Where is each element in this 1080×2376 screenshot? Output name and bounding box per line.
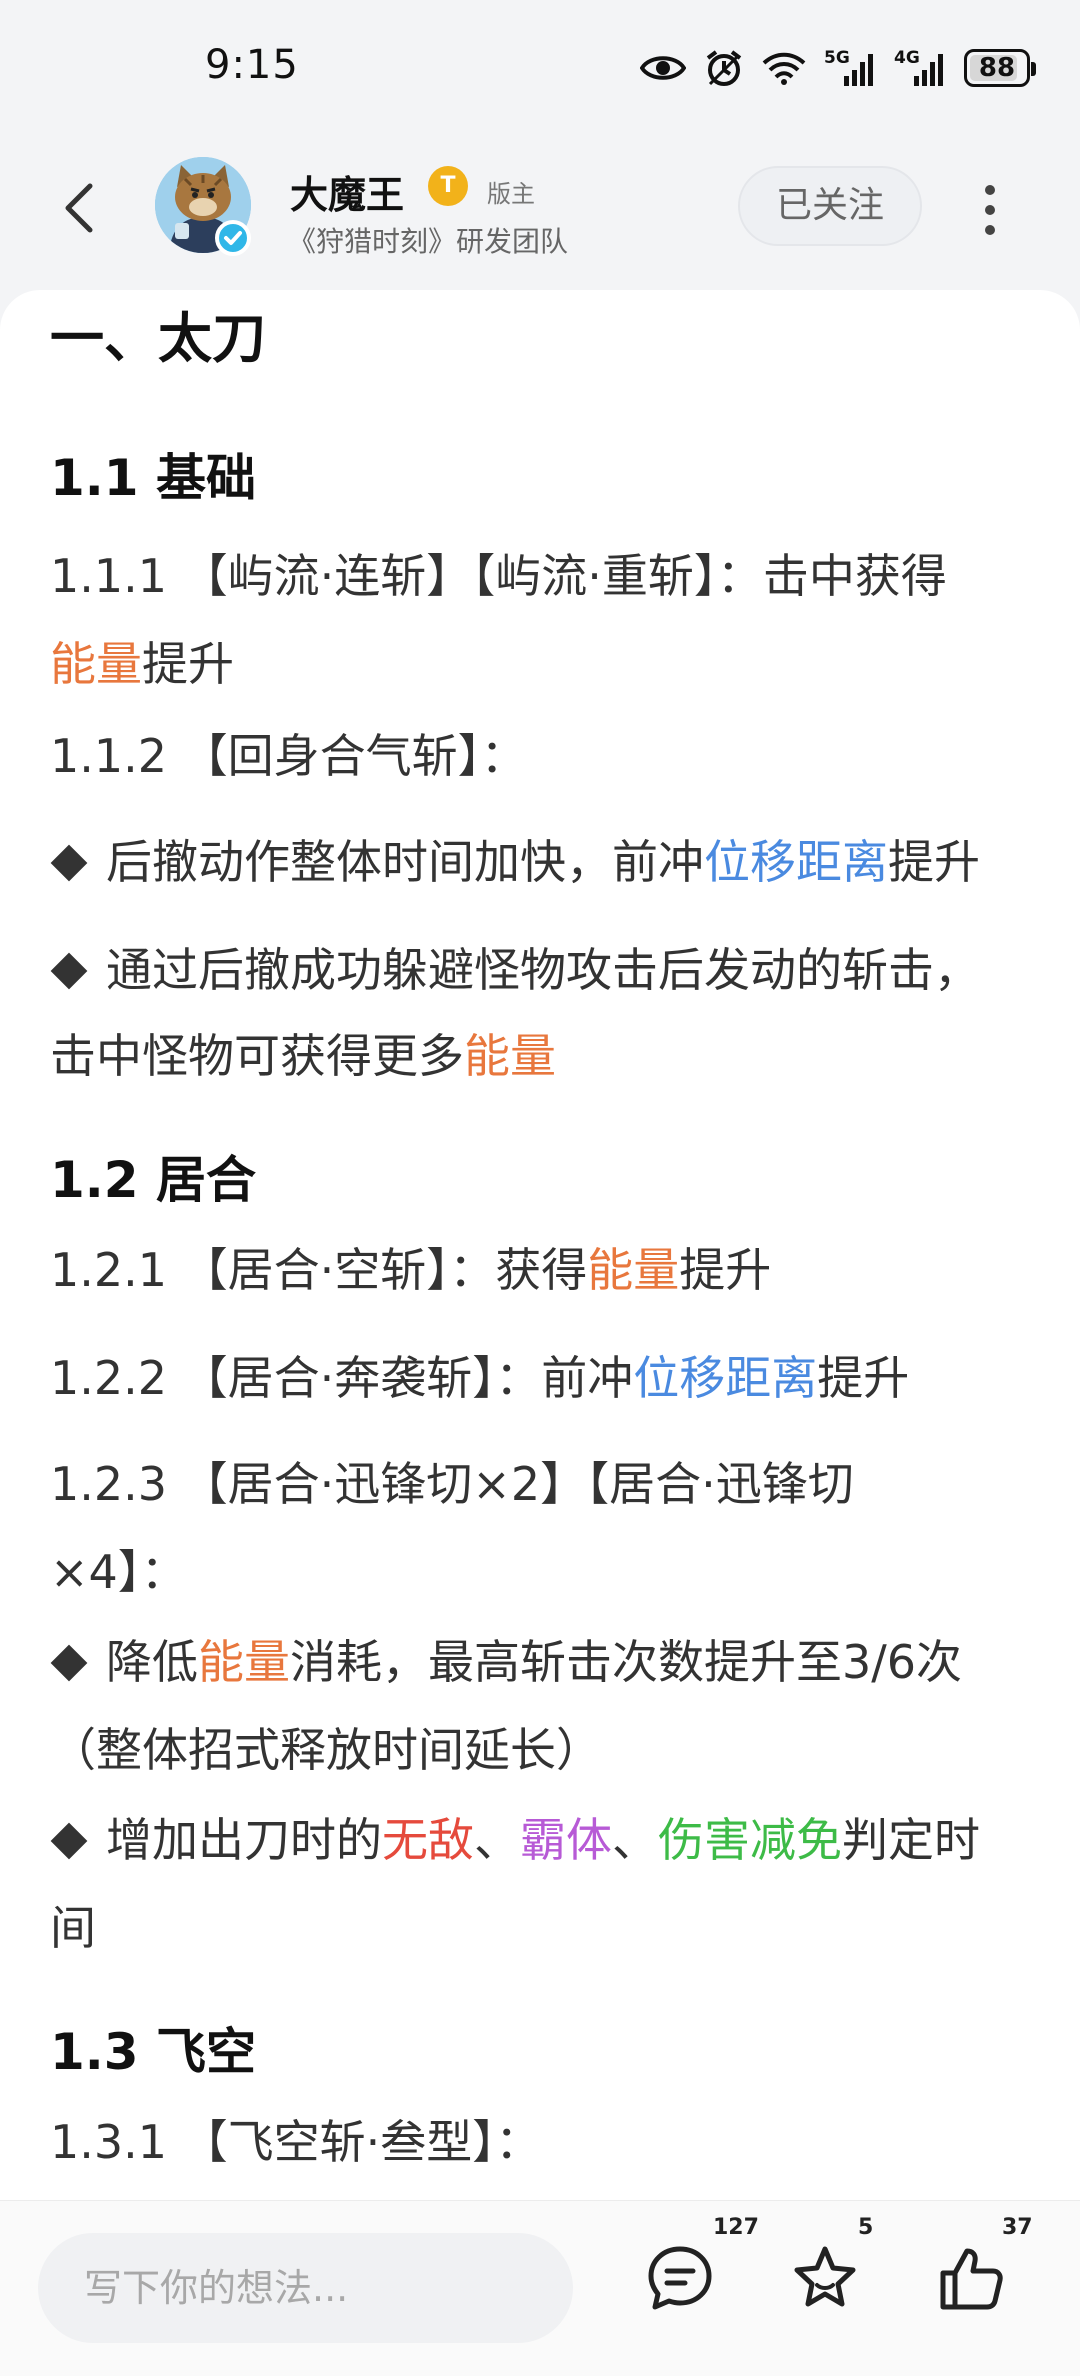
- text: 1.2.2 【居合·奔袭斩】：前冲: [50, 1351, 634, 1405]
- back-arrow-icon: [65, 183, 93, 233]
- subheading-flying: 1.3 飞空: [50, 2023, 256, 2081]
- like-count: 37: [1002, 2215, 1033, 2240]
- comment-icon: [648, 2246, 712, 2310]
- section-heading-taidao: 一、太刀: [50, 307, 266, 370]
- status-bar: 9:15 5G 4G 88: [0, 0, 1080, 130]
- displacement-highlight: 位移距离: [704, 835, 888, 889]
- energy-highlight: 能量: [198, 1635, 290, 1689]
- displacement-highlight: 位移距离: [633, 1351, 818, 1405]
- text: 降低: [106, 1635, 198, 1689]
- bullet-1: 后撤动作整体时间加快，前冲位移距离提升: [50, 818, 1040, 906]
- comment-count: 127: [713, 2215, 759, 2240]
- text: 提升: [679, 1243, 772, 1297]
- text: 后撤动作整体时间加快，前冲: [106, 835, 704, 889]
- star-icon: [794, 2246, 856, 2307]
- bullet-2-cont: 击中怪物可获得更多能量: [50, 1012, 1040, 1100]
- energy-highlight: 能量: [464, 1029, 556, 1083]
- signal-5g-icon: 5G: [824, 48, 876, 88]
- status-icons: 5G 4G 88: [640, 46, 1036, 90]
- battery-level: 88: [978, 53, 1016, 83]
- paragraph-1-2-1: 1.2.1 【居合·空斩】：获得能量提升: [50, 1226, 1040, 1314]
- text: 击中怪物可获得更多: [50, 1029, 464, 1083]
- comment-button[interactable]: [645, 2243, 725, 2323]
- text: 、: [474, 1813, 520, 1867]
- energy-highlight: 能量: [587, 1243, 680, 1297]
- text: 增加出刀时的: [106, 1813, 382, 1867]
- text: 通过后撤成功躲避怪物攻击后发动的斩击，: [106, 943, 980, 997]
- battery-icon: 88: [964, 49, 1036, 87]
- bullet-diamond-icon: [50, 1644, 88, 1681]
- paragraph-1-2-3: 1.2.3 【居合·迅锋切×2】【居合·迅锋切: [50, 1457, 854, 1511]
- super-armor-highlight: 霸体: [520, 1813, 612, 1867]
- damage-reduction-highlight: 伤害减免: [658, 1813, 842, 1867]
- level-badge-icon: T: [428, 166, 468, 206]
- alarm-icon: [706, 50, 742, 86]
- bullet-diamond-icon: [50, 844, 88, 881]
- author-name[interactable]: 大魔王: [290, 164, 404, 219]
- paragraph-1-3-1: 1.3.1 【飞空斩·叁型】：: [50, 2115, 542, 2169]
- text: 消耗，最高斩击次数提升至3/6次: [290, 1635, 963, 1689]
- text: 1.2.1 【居合·空斩】：获得: [50, 1243, 588, 1297]
- paragraph-1-1-1-cont: 能量提升: [50, 620, 1040, 708]
- eye-icon: [640, 56, 686, 80]
- role-label: 版主: [487, 180, 535, 208]
- text: 提升: [817, 1351, 910, 1405]
- article-content: 一、太刀 1.1 基础 1.1.1 【屿流·连斩】【屿流·重斩】：击中获得 能量…: [0, 290, 1080, 2210]
- follow-button[interactable]: 已关注: [738, 166, 922, 246]
- energy-highlight: 能量: [50, 637, 142, 691]
- thumbs-up-icon: [940, 2248, 1003, 2310]
- paragraph-1-2-2: 1.2.2 【居合·奔袭斩】：前冲位移距离提升: [50, 1334, 1040, 1422]
- favorite-button[interactable]: [790, 2243, 870, 2323]
- like-button[interactable]: [935, 2243, 1015, 2323]
- more-vertical-icon: [985, 185, 995, 235]
- text: 提升: [142, 637, 234, 691]
- author-description: 《狩猎时刻》研发团队: [288, 225, 569, 258]
- post-header: 大魔王 T 版主 《狩猎时刻》研发团队 已关注: [0, 140, 1080, 270]
- bullet-4: 增加出刀时的无敌、霸体、伤害减免判定时: [50, 1796, 1040, 1884]
- comment-input[interactable]: 写下你的想法...: [38, 2233, 573, 2343]
- text: 1.1.1 【屿流·连斩】【屿流·重斩】：击中获得: [50, 549, 947, 603]
- paragraph-1-2-3-cont: ×4】：: [50, 1545, 187, 1599]
- invincible-highlight: 无敌: [382, 1813, 474, 1867]
- bullet-diamond-icon: [50, 952, 88, 989]
- wifi-icon: [762, 52, 806, 85]
- text: 、: [612, 1813, 658, 1867]
- signal-4g-icon: 4G: [894, 48, 946, 88]
- back-button[interactable]: [50, 178, 110, 238]
- bullet-2: 通过后撤成功躲避怪物攻击后发动的斩击，: [50, 926, 1040, 1014]
- subheading-iai: 1.2 居合: [50, 1151, 256, 1209]
- more-options-button[interactable]: [970, 180, 1010, 240]
- paragraph-1-1-2: 1.1.2 【回身合气斩】：: [50, 729, 527, 783]
- status-time: 9:15: [205, 42, 299, 88]
- bullet-3: 降低能量消耗，最高斩击次数提升至3/6次: [50, 1618, 1040, 1706]
- verified-badge-icon: [215, 220, 251, 256]
- subheading-basic: 1.1 基础: [50, 449, 256, 507]
- text: 提升: [888, 835, 980, 889]
- text: 判定时: [842, 1813, 980, 1867]
- bullet-3-cont: （整体招式释放时间延长）: [50, 1723, 602, 1777]
- bullet-4-cont: 间: [50, 1901, 96, 1955]
- bottom-action-bar: 写下你的想法... 127 5 37: [0, 2200, 1080, 2376]
- bullet-diamond-icon: [50, 1822, 88, 1859]
- favorite-count: 5: [858, 2215, 874, 2240]
- paragraph-1-1-1: 1.1.1 【屿流·连斩】【屿流·重斩】：击中获得: [50, 532, 1040, 620]
